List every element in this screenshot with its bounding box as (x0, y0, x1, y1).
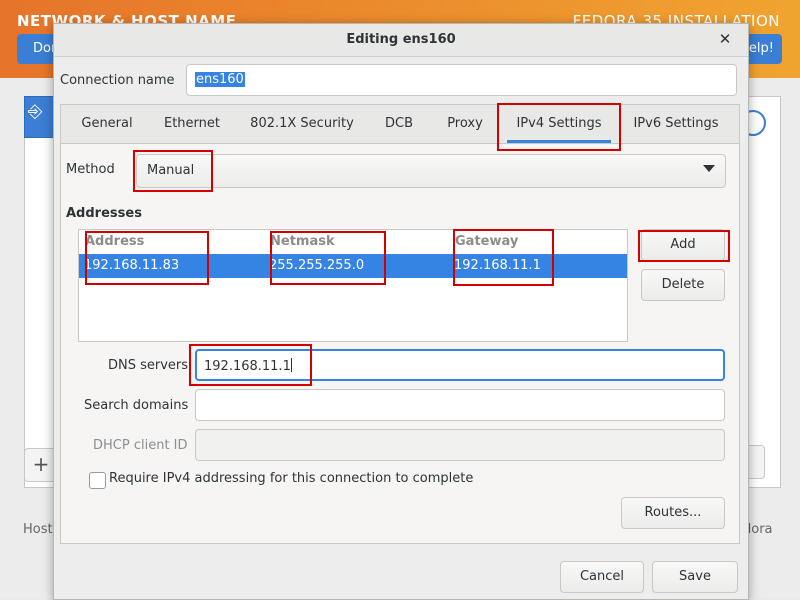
connection-name-value: ens160 (195, 72, 245, 87)
tab-ipv6-settings[interactable]: IPv6 Settings (623, 105, 729, 143)
dns-servers-value: 192.168.11.1 (204, 358, 292, 374)
address-cell[interactable]: 192.168.11.83 (84, 258, 179, 273)
column-header-gateway[interactable]: Gateway (455, 234, 518, 249)
tab-ethernet[interactable]: Ethernet (153, 105, 231, 143)
dhcp-client-id-label: DHCP client ID (93, 438, 188, 453)
routes-button[interactable]: Routes... (621, 497, 725, 529)
tab-dcb[interactable]: DCB (375, 105, 423, 143)
tab-bar: General Ethernet 802.1X Security DCB Pro… (61, 105, 739, 144)
connection-name-input[interactable]: ens160 (186, 64, 737, 96)
search-domains-input[interactable] (195, 389, 725, 421)
tab-proxy[interactable]: Proxy (433, 105, 497, 143)
edit-connection-dialog: Editing ens160 ✕ Connection name ens160 … (53, 23, 749, 600)
tab-general[interactable]: General (69, 105, 145, 143)
require-ipv4-label[interactable]: Require IPv4 addressing for this connect… (109, 471, 473, 486)
column-header-netmask[interactable]: Netmask (270, 234, 335, 249)
add-button[interactable]: Add (641, 229, 725, 261)
dhcp-client-id-input (195, 429, 725, 461)
dns-servers-input[interactable]: 192.168.11.1 (195, 349, 725, 381)
cancel-button[interactable]: Cancel (560, 561, 644, 593)
require-ipv4-checkbox[interactable] (89, 472, 106, 489)
table-row[interactable]: 192.168.11.83 255.255.255.0 192.168.11.1 (79, 254, 627, 278)
connection-name-label: Connection name (60, 73, 175, 88)
gateway-cell[interactable]: 192.168.11.1 (454, 258, 541, 273)
save-button[interactable]: Save (652, 561, 738, 593)
addresses-heading: Addresses (66, 206, 142, 221)
network-device-icon: ⎆ (28, 101, 43, 122)
method-dropdown[interactable]: Manual (136, 154, 726, 188)
tab-8021x-security[interactable]: 802.1X Security (239, 105, 365, 143)
close-icon[interactable]: ✕ (716, 30, 734, 48)
chevron-down-icon (703, 165, 715, 172)
netmask-cell[interactable]: 255.255.255.0 (269, 258, 364, 273)
tab-ipv4-settings[interactable]: IPv4 Settings (507, 105, 611, 143)
host-name-label: Host (23, 522, 53, 537)
dns-servers-label: DNS servers (108, 358, 189, 373)
search-domains-label: Search domains (84, 398, 189, 413)
column-header-address[interactable]: Address (85, 234, 144, 249)
dialog-title: Editing ens160 (346, 32, 456, 47)
method-label: Method (66, 162, 115, 177)
addresses-table: Address Netmask Gateway 192.168.11.83 25… (78, 229, 628, 342)
method-value: Manual (147, 163, 195, 178)
delete-button[interactable]: Delete (641, 269, 725, 301)
dialog-titlebar: Editing ens160 ✕ (54, 24, 748, 57)
